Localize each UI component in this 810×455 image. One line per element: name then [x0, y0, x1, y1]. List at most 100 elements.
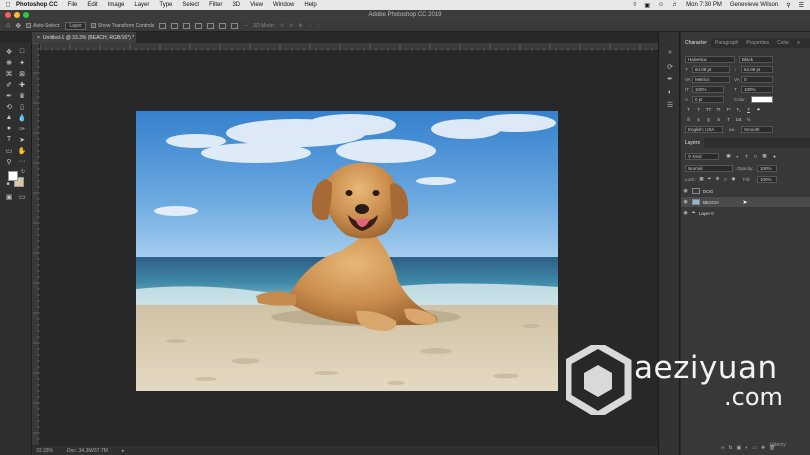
- 3d-slide-icon[interactable]: ⇔: [308, 23, 313, 29]
- swash-button[interactable]: Ş: [705, 116, 712, 122]
- more-options-icon[interactable]: ···: [243, 23, 248, 29]
- eyedropper-tool-icon[interactable]: ✐: [4, 80, 14, 89]
- menu-image[interactable]: Image: [108, 2, 125, 8]
- panel-menu-icon[interactable]: ≡: [793, 38, 804, 48]
- pen-tool-icon[interactable]: ✑: [17, 124, 27, 133]
- auto-select-checkbox[interactable]: [26, 22, 32, 28]
- hand-tool-icon[interactable]: ✋: [17, 146, 27, 155]
- visibility-eye-icon[interactable]: ◉: [681, 199, 690, 205]
- lock-position-icon[interactable]: ✥: [714, 176, 721, 182]
- collapse-panels-icon[interactable]: «: [665, 48, 675, 57]
- link-layers-icon[interactable]: ∞: [721, 445, 725, 451]
- show-transform-checkbox[interactable]: [90, 22, 96, 28]
- faux-italic-button[interactable]: T: [695, 106, 702, 112]
- screen-icon[interactable]: ▣: [644, 2, 650, 9]
- history-panel-icon[interactable]: ⟳: [665, 62, 675, 71]
- brush-settings-icon[interactable]: ✒: [665, 74, 675, 83]
- filter-adjustment-icon[interactable]: ◐: [734, 153, 741, 159]
- dodge-tool-icon[interactable]: ●: [4, 124, 14, 133]
- menu-help[interactable]: Help: [304, 2, 316, 8]
- zoom-window-button[interactable]: [23, 12, 29, 18]
- path-selection-tool-icon[interactable]: ➤: [17, 135, 27, 144]
- tab-paragraph[interactable]: Paragraph: [711, 38, 742, 48]
- layer-row[interactable]: ◉ BEACH ➤: [681, 197, 810, 207]
- wifi-icon[interactable]: ☺: [658, 2, 664, 8]
- menu-select[interactable]: Select: [182, 2, 199, 8]
- new-group-icon[interactable]: ▭: [752, 445, 757, 451]
- layer-style-icon[interactable]: fx: [729, 445, 733, 451]
- filter-smart-object-icon[interactable]: ▩: [761, 153, 768, 159]
- new-layer-icon[interactable]: ✚: [761, 445, 765, 451]
- 3d-roll-icon[interactable]: ⟲: [289, 23, 293, 29]
- paint-bucket-tool-icon[interactable]: ▲: [4, 113, 14, 122]
- fill-field[interactable]: 100%: [757, 176, 777, 183]
- menu-list-icon[interactable]: ☰: [799, 2, 804, 9]
- add-mask-icon[interactable]: ▣: [736, 445, 741, 451]
- document-tab[interactable]: × Untitled-1 @ 33.3% (BEACH, RGB/16*) *: [32, 32, 136, 43]
- all-caps-button[interactable]: TT: [705, 106, 712, 112]
- filter-toggle-icon[interactable]: ●: [771, 153, 778, 159]
- underline-button[interactable]: T: [745, 106, 752, 112]
- close-window-button[interactable]: [5, 12, 11, 18]
- text-color-swatch[interactable]: [751, 96, 773, 103]
- more-tools-icon[interactable]: ···: [17, 157, 27, 166]
- move-tool-icon[interactable]: ✥: [4, 47, 14, 56]
- healing-brush-tool-icon[interactable]: ✚: [17, 80, 27, 89]
- menu-view[interactable]: View: [250, 2, 263, 8]
- volume-icon[interactable]: ♬: [672, 2, 678, 8]
- properties-panel-icon[interactable]: ☰: [665, 100, 675, 109]
- artboard-tool-icon[interactable]: □: [17, 47, 27, 56]
- language-select[interactable]: English: USA: [685, 126, 723, 133]
- 3d-pan-icon[interactable]: ✥: [298, 23, 302, 29]
- baseline-shift-field[interactable]: 0 pt: [692, 96, 724, 103]
- quick-mask-icon[interactable]: ▣: [4, 192, 14, 201]
- blend-mode-select[interactable]: Normal: [685, 165, 733, 172]
- apple-menu-icon[interactable]: : [0, 2, 16, 9]
- history-brush-tool-icon[interactable]: ⟲: [4, 102, 14, 111]
- crop-tool-icon[interactable]: ⌘: [4, 69, 14, 78]
- menu-filter[interactable]: Filter: [209, 2, 222, 8]
- layer-row[interactable]: ◉ ✒ Layer 0: [681, 208, 810, 218]
- font-style-select[interactable]: Black: [739, 56, 773, 63]
- opacity-field[interactable]: 100%: [757, 165, 777, 172]
- home-icon[interactable]: ⌂: [6, 22, 10, 29]
- menu-type[interactable]: Type: [159, 2, 172, 8]
- subscript-button[interactable]: T₁: [735, 106, 742, 112]
- menu-app-name[interactable]: Photoshop CC: [16, 2, 58, 8]
- visibility-eye-icon[interactable]: ◉: [681, 188, 690, 194]
- font-family-select[interactable]: Halvetica: [685, 56, 735, 63]
- quick-select-tool-icon[interactable]: ✦: [17, 58, 27, 67]
- document-canvas[interactable]: [136, 111, 558, 391]
- lock-all-icon[interactable]: ◉: [730, 176, 737, 182]
- dropbox-icon[interactable]: ◊: [633, 2, 636, 8]
- kerning-field[interactable]: Metrics: [692, 76, 730, 83]
- filter-type-icon[interactable]: T: [743, 153, 750, 159]
- strikethrough-button[interactable]: T: [755, 106, 762, 112]
- distribute-icon[interactable]: [231, 22, 239, 29]
- 3d-scale-icon[interactable]: ▫: [318, 23, 320, 29]
- oldstyle-button[interactable]: ş: [695, 116, 702, 122]
- filter-shape-icon[interactable]: □: [752, 153, 759, 159]
- horizontal-ruler[interactable]: [39, 43, 658, 51]
- align-center-icon[interactable]: [171, 22, 179, 29]
- visibility-eye-icon[interactable]: ◉: [681, 210, 690, 216]
- align-bottom-icon[interactable]: [219, 22, 227, 29]
- type-tool-icon[interactable]: T: [4, 135, 14, 144]
- swap-colors-icon[interactable]: ↻: [18, 167, 28, 176]
- filter-kind-select[interactable]: ⚲ Kind: [685, 153, 719, 160]
- status-menu-icon[interactable]: ▸: [122, 448, 125, 454]
- align-right-icon[interactable]: [183, 22, 191, 29]
- tab-character[interactable]: Character: [681, 38, 711, 48]
- zoom-level[interactable]: 33.33%: [36, 448, 53, 454]
- superscript-button[interactable]: T¹: [725, 106, 732, 112]
- auto-select-dropdown[interactable]: Layer: [65, 21, 86, 30]
- lock-image-icon[interactable]: ✒: [706, 176, 713, 182]
- align-top-icon[interactable]: [195, 22, 203, 29]
- 3d-rotate-icon[interactable]: ⟳: [280, 23, 284, 29]
- alternates-button[interactable]: ā: [715, 116, 722, 122]
- menu-layer[interactable]: Layer: [134, 2, 149, 8]
- leading-field[interactable]: 64.09 pt: [741, 66, 773, 73]
- align-left-icon[interactable]: [159, 22, 167, 29]
- move-tool-preset-icon[interactable]: ✥: [15, 22, 21, 30]
- eraser-tool-icon[interactable]: ▯: [17, 102, 27, 111]
